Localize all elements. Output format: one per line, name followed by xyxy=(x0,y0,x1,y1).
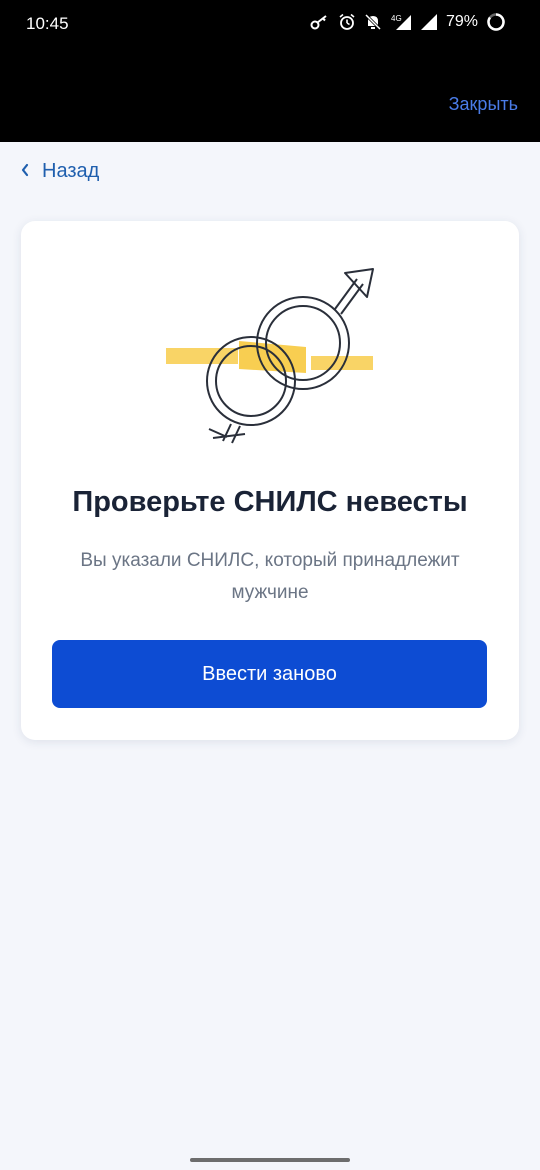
status-icons: 4G 79% xyxy=(310,12,506,32)
battery-icon xyxy=(486,12,506,32)
back-link[interactable]: Назад xyxy=(20,160,99,183)
bell-off-icon xyxy=(364,13,382,31)
gender-symbols-rings-icon xyxy=(166,268,374,444)
card-title: Проверьте СНИЛС невесты xyxy=(72,486,468,518)
app-top-bar: Закрыть xyxy=(0,48,540,142)
reenter-button[interactable]: Ввести заново xyxy=(52,640,487,708)
home-indicator[interactable] xyxy=(190,1158,350,1162)
alarm-icon xyxy=(338,13,356,31)
network-type-label: 4G xyxy=(391,14,402,23)
close-link[interactable]: Закрыть xyxy=(449,94,518,115)
signal-icon xyxy=(420,13,438,31)
status-bar: 10:45 4G 79% xyxy=(0,0,540,48)
mobile-data-icon: 4G xyxy=(390,13,412,31)
back-label: Назад xyxy=(42,160,100,182)
card-description: Вы указали СНИЛС, который принадлежит му… xyxy=(80,550,460,603)
system-nav-bar xyxy=(0,1150,540,1170)
status-time: 10:45 xyxy=(26,14,69,33)
chevron-left-icon xyxy=(20,160,30,183)
key-icon xyxy=(310,14,330,30)
battery-percent: 79% xyxy=(445,13,478,30)
error-card: Проверьте СНИЛС невесты Вы указали СНИЛС… xyxy=(21,221,519,740)
